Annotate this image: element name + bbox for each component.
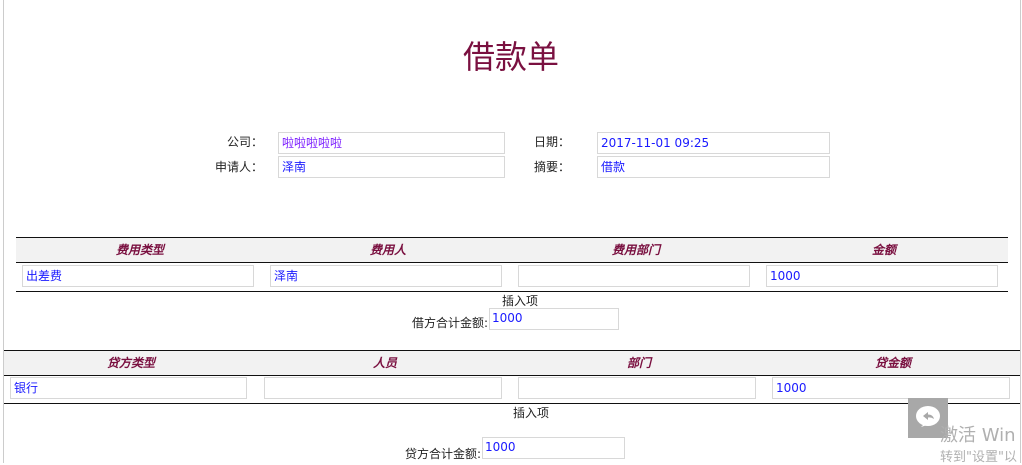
credit-department-field[interactable] [518, 377, 756, 399]
applicant-label: 申请人： [214, 160, 263, 174]
summary-field[interactable]: 借款 [597, 156, 830, 178]
amount-field[interactable]: 1000 [766, 265, 998, 287]
credit-total-label: 贷方合计金额: [404, 447, 481, 461]
activation-watermark-subtitle: 转到"设置"以 [940, 450, 1017, 465]
expense-department-field[interactable] [518, 265, 750, 287]
page-title: 借款单 [462, 38, 559, 76]
summary-label: 摘要： [533, 160, 570, 174]
credit-type-field[interactable]: 银行 [10, 377, 247, 399]
date-label: 日期： [533, 135, 570, 149]
expense-type-field[interactable]: 出差费 [22, 265, 254, 287]
credit-insert-item-link[interactable]: 插入项 [481, 404, 581, 421]
column-header: 部门 [626, 356, 651, 370]
date-field[interactable]: 2017-11-01 09:25 [597, 132, 830, 154]
credit-total-field[interactable]: 1000 [482, 437, 625, 459]
debit-insert-item-link[interactable]: 插入项 [470, 292, 570, 309]
debit-table-header: 费用类型 费用人 费用部门 金额 [16, 238, 1008, 263]
credit-table-header: 贷方类型 人员 部门 贷金额 [4, 351, 1020, 376]
debit-total-label: 借方合计金额: [411, 316, 488, 330]
activation-watermark-title: 激活 Win [940, 425, 1016, 446]
column-header: 贷金额 [874, 356, 911, 370]
expense-person-field[interactable]: 泽南 [270, 265, 502, 287]
debit-total-field[interactable]: 1000 [489, 308, 619, 330]
credit-amount-field[interactable]: 1000 [772, 377, 1010, 399]
company-label: 公司： [226, 135, 263, 149]
credit-person-field[interactable] [264, 377, 502, 399]
column-header: 贷方类型 [106, 356, 155, 370]
column-header: 金额 [871, 243, 896, 257]
column-header: 费用人 [369, 243, 406, 257]
column-header: 费用类型 [115, 243, 164, 257]
column-header: 人员 [372, 356, 397, 370]
column-header: 费用部门 [611, 243, 660, 257]
